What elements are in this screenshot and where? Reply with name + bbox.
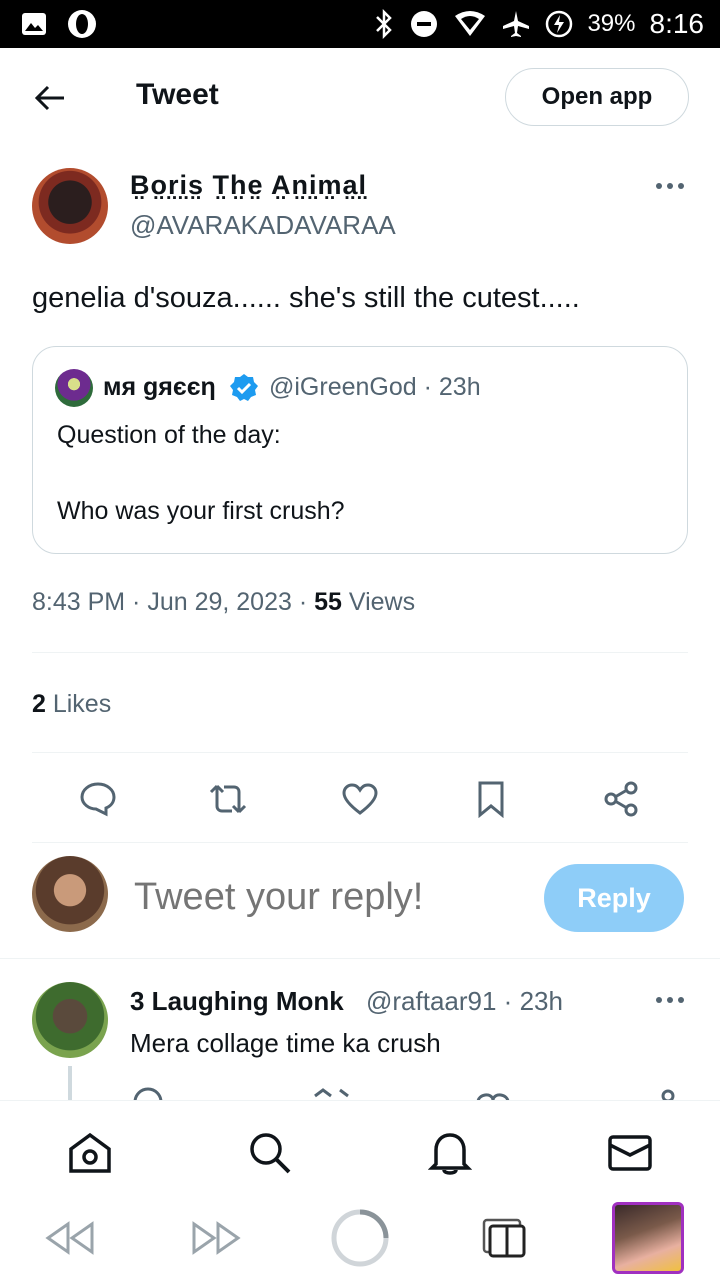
reply-handle: @raftaar91 · 23h <box>366 986 563 1016</box>
reply-more-button[interactable] <box>652 982 688 1018</box>
reply-text: Mera collage time ka crush <box>130 1028 441 1058</box>
reply-author-avatar[interactable] <box>32 982 108 1058</box>
loading-spinner-icon <box>331 1209 389 1267</box>
author-avatar[interactable] <box>32 168 108 244</box>
bluetooth-icon <box>373 9 395 39</box>
open-app-button[interactable]: Open app <box>505 68 689 126</box>
author-handle[interactable]: @AVARAKADAVARAA <box>130 210 396 241</box>
share-action-button[interactable] <box>594 772 648 826</box>
quote-avatar <box>55 369 93 407</box>
home-icon <box>69 1132 111 1173</box>
divider <box>32 752 688 753</box>
more-icon <box>656 183 684 189</box>
heart-icon <box>342 783 378 815</box>
reply-actions-icons <box>133 1087 675 1100</box>
bookmark-action-button[interactable] <box>464 772 518 826</box>
tweet-actions <box>32 772 688 826</box>
nav-home[interactable] <box>66 1129 114 1177</box>
rewind-icon <box>45 1221 94 1255</box>
likes-count-link[interactable]: 2 Likes <box>32 690 111 719</box>
browser-back-button[interactable] <box>40 1208 100 1268</box>
page-title: Tweet <box>136 78 219 111</box>
divider <box>0 958 720 959</box>
share-icon <box>604 781 638 817</box>
divider <box>32 842 688 843</box>
reply-actions <box>120 1086 690 1100</box>
divider <box>32 652 688 653</box>
bookmark-icon <box>478 781 504 818</box>
timestamp: 8:43 PM · Jun 29, 2023 · <box>32 588 315 616</box>
nav-notifications[interactable] <box>426 1129 474 1177</box>
browser-tabs-button[interactable] <box>474 1208 534 1268</box>
more-options-button[interactable] <box>652 168 688 204</box>
status-bar: 39% 8:16 <box>0 0 720 48</box>
likes-label: Likes <box>45 690 112 718</box>
tweet-meta: 8:43 PM · Jun 29, 2023 · 55 Views <box>32 588 415 617</box>
battery-charging-icon <box>545 10 573 38</box>
current-user-avatar[interactable] <box>32 856 108 932</box>
likes-count: 2 <box>32 690 46 718</box>
views-label: Views <box>341 588 416 616</box>
quote-author-name: мя gяєєη <box>103 373 216 401</box>
browser-tab-thumbnail[interactable] <box>612 1202 684 1274</box>
header: Tweet Open app <box>0 48 720 146</box>
arrow-left-icon <box>34 85 64 111</box>
mail-icon <box>608 1135 652 1171</box>
browser-reload-button[interactable] <box>330 1208 390 1268</box>
battery-percent: 39% <box>587 10 636 37</box>
nav-messages[interactable] <box>606 1129 654 1177</box>
reply-author-name[interactable]: 3 Laughing Monk <box>130 986 344 1017</box>
nav-search[interactable] <box>246 1129 294 1177</box>
quote-text-line: Who was your first crush? <box>57 497 345 525</box>
like-action-button[interactable] <box>333 772 387 826</box>
more-icon <box>656 997 684 1003</box>
fast-forward-icon <box>192 1221 241 1255</box>
tabs-icon <box>482 1218 526 1258</box>
clock: 8:16 <box>649 8 705 39</box>
verified-badge-icon <box>230 374 258 401</box>
retweet-icon <box>209 784 247 814</box>
tweet-text: genelia d'souza...... she's still the cu… <box>32 282 580 314</box>
opera-icon <box>66 8 98 40</box>
dnd-icon <box>409 9 439 39</box>
retweet-action-button[interactable] <box>201 772 255 826</box>
quote-text-line: Question of the day: <box>57 421 281 449</box>
reply-action-button[interactable] <box>71 772 125 826</box>
quoted-tweet[interactable]: мя gяєєη @iGreenGod · 23h Question of th… <box>32 346 688 554</box>
quote-handle: @iGreenGod · 23h <box>269 373 481 401</box>
bell-icon <box>428 1133 472 1175</box>
back-button[interactable] <box>30 78 70 118</box>
bottom-nav <box>0 1100 720 1196</box>
reply-button[interactable]: Reply <box>544 864 684 932</box>
gallery-icon <box>20 10 48 38</box>
browser-forward-button[interactable] <box>186 1208 246 1268</box>
wifi-icon <box>453 10 487 38</box>
airplane-icon <box>501 9 531 39</box>
author-name[interactable]: B̤o̤r̤i̤s̤ T̤h̤e̤ A̤n̤i̤m̤a̤l̤ <box>130 170 367 201</box>
search-icon <box>250 1133 291 1174</box>
views-count: 55 <box>314 588 342 616</box>
reply-input[interactable] <box>134 872 524 922</box>
comment-icon <box>80 782 116 817</box>
